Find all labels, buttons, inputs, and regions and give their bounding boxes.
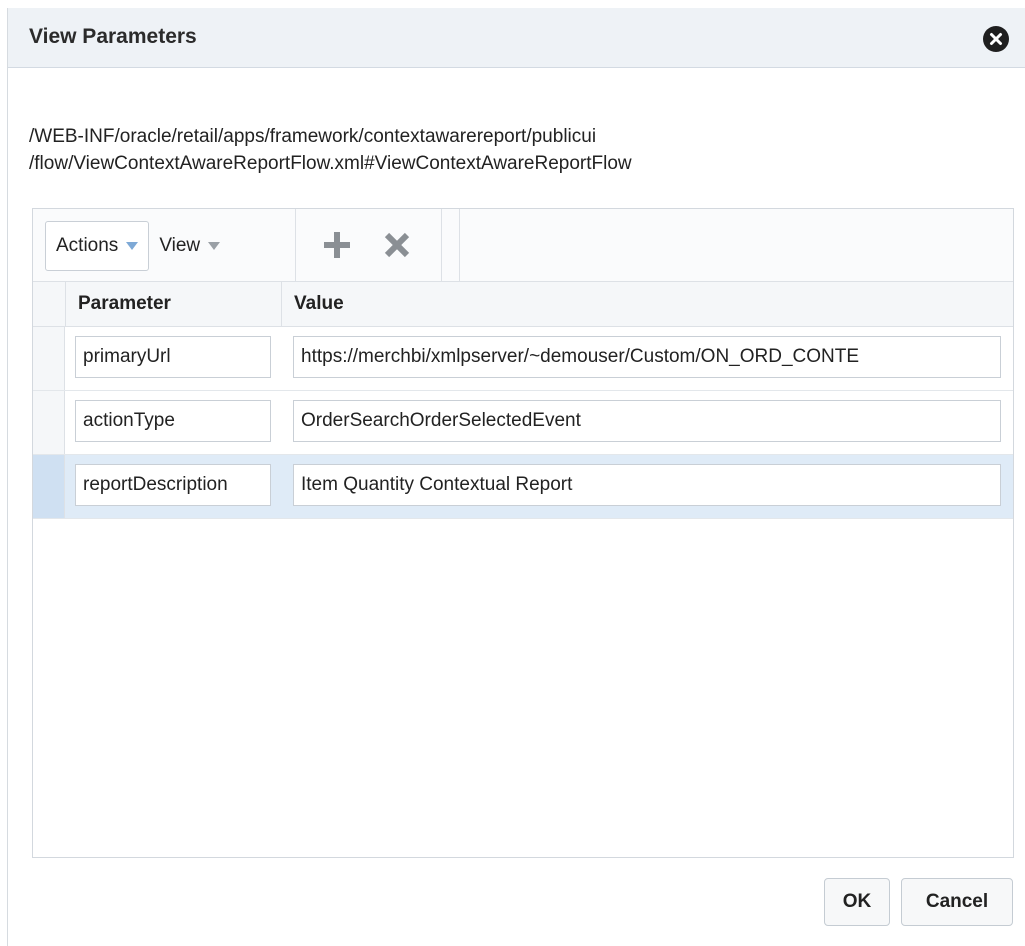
actions-menu-button[interactable]: Actions [45,221,150,271]
ok-button[interactable]: OK [824,878,890,926]
column-divider [281,282,282,326]
parameter-name-field[interactable] [75,464,271,506]
column-divider [65,282,66,326]
parameter-value-field[interactable] [293,464,1001,506]
column-header-value[interactable]: Value [294,293,344,315]
cancel-button[interactable]: Cancel [901,878,1013,926]
row-selector[interactable] [33,455,65,518]
plus-icon[interactable] [319,227,355,263]
toolbar-separator [441,209,442,281]
parameters-table-panel: Actions View Parameter Value primaryUrl … [32,208,1014,858]
dialog-title: View Parameters [29,25,197,48]
flow-path-line-2: /flow/ViewContextAwareReportFlow.xml#Vie… [29,153,632,174]
menu-group: Actions View [45,221,230,271]
flow-path-line-1: /WEB-INF/oracle/retail/apps/framework/co… [29,126,597,147]
actions-menu-label: Actions [56,235,119,256]
table-header: Parameter Value [33,281,1013,327]
view-menu-label: View [159,235,201,256]
view-menu-button[interactable]: View [149,221,230,271]
dialog-titlebar: View Parameters [8,8,1025,68]
parameter-name-field[interactable] [75,336,271,378]
parameter-value-field[interactable] [293,336,1001,378]
table-row[interactable] [33,327,1013,391]
toolbar-separator [295,209,296,281]
toolbar-separator [459,209,460,281]
chevron-down-icon [126,242,139,250]
chevron-down-icon [208,242,221,250]
view-parameters-dialog: View Parameters /WEB-INF/oracle/retail/a… [7,8,1025,946]
table-row[interactable] [33,455,1013,519]
row-selector[interactable] [33,391,65,454]
parameter-name-field[interactable] [75,400,271,442]
close-icon[interactable] [983,26,1009,52]
table-toolbar: Actions View [33,209,1013,281]
table-row[interactable] [33,391,1013,455]
column-header-parameter[interactable]: Parameter [78,293,171,315]
parameter-value-field[interactable] [293,400,1001,442]
row-selector[interactable] [33,327,65,390]
x-icon[interactable] [379,227,415,263]
